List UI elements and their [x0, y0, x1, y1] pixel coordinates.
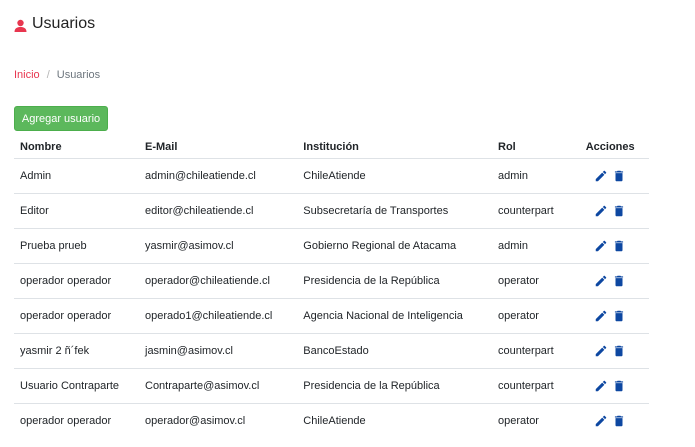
- cell-role: admin: [492, 228, 572, 264]
- cell-role: operator: [492, 298, 572, 334]
- cell-email: operado1@chileatiende.cl: [139, 298, 298, 334]
- delete-icon[interactable]: [612, 414, 626, 428]
- cell-email: jasmin@asimov.cl: [139, 333, 298, 369]
- delete-icon[interactable]: [612, 204, 626, 218]
- table-row: Admin admin@chileatiende.cl ChileAtiende ad…: [14, 158, 649, 194]
- person-icon: [14, 19, 27, 32]
- cell-actions: [571, 263, 649, 299]
- table-row: operador operador operador@chileatiende.c…: [14, 263, 649, 299]
- cell-name: Admin: [14, 158, 139, 194]
- edit-icon[interactable]: [594, 169, 608, 183]
- breadcrumb-current: Usuarios: [56, 69, 101, 81]
- cell-institution: Agencia Nacional de Inteligencia: [297, 298, 492, 334]
- column-header-email: E-Mail: [139, 136, 298, 159]
- cell-institution: BancoEstado: [297, 333, 492, 369]
- page-title: Usuarios: [32, 15, 96, 32]
- delete-icon[interactable]: [612, 169, 626, 183]
- table-row: Prueba prueb yasmir@asimov.cl Gobierno Reg…: [14, 228, 649, 264]
- page-header: Usuarios: [14, 12, 95, 36]
- column-header-institution: Institución: [297, 136, 492, 159]
- cell-institution: ChileAtiende: [297, 158, 492, 194]
- table-row: yasmir 2 ñ´fek jasmin@asimov.cl BancoEstad…: [14, 333, 649, 369]
- edit-icon[interactable]: [594, 274, 608, 288]
- cell-actions: [571, 158, 649, 194]
- edit-icon[interactable]: [594, 239, 608, 253]
- cell-role: admin: [492, 158, 572, 194]
- table-row: operador operador operador@asimov.cl Chile…: [14, 404, 649, 439]
- edit-icon[interactable]: [594, 204, 608, 218]
- cell-email: operador@asimov.cl: [145, 415, 246, 427]
- column-header-role: Rol: [492, 136, 572, 159]
- cell-role: counterpart: [492, 193, 572, 229]
- cell-role: counterpart: [492, 333, 572, 369]
- cell-institution: ChileAtiende: [303, 415, 366, 427]
- cell-name: Prueba prueb: [14, 228, 139, 264]
- cell-institution: Subsecretaría de Transportes: [297, 193, 492, 229]
- table-header-row: Nombre E-Mail Institución Rol Acciones: [14, 136, 649, 159]
- cell-actions: [571, 368, 649, 404]
- cell-name: operador operador: [14, 263, 139, 299]
- cell-institution: Gobierno Regional de Atacama: [297, 228, 492, 264]
- cell-name: Editor: [14, 193, 139, 229]
- table-row: Editor editor@chileatiende.cl Subsecretarí…: [14, 193, 649, 229]
- cell-role: operator: [498, 415, 539, 427]
- table-body: Admin admin@chileatiende.cl ChileAtiende ad…: [14, 158, 649, 439]
- cell-actions: [571, 333, 649, 369]
- cell-name: yasmir 2 ñ´fek: [14, 333, 139, 369]
- cell-name: operador operador: [20, 415, 112, 427]
- delete-icon[interactable]: [612, 274, 626, 288]
- edit-icon[interactable]: [594, 379, 608, 393]
- delete-icon[interactable]: [612, 309, 626, 323]
- cell-role: operator: [492, 263, 572, 299]
- breadcrumb: Inicio / Usuarios: [14, 69, 100, 81]
- add-user-button[interactable]: Agregar usuario: [14, 106, 108, 131]
- column-header-actions: Acciones: [571, 136, 649, 159]
- cell-actions: [571, 193, 649, 229]
- column-header-name: Nombre: [14, 136, 139, 159]
- edit-icon[interactable]: [594, 309, 608, 323]
- delete-icon[interactable]: [612, 379, 626, 393]
- cell-name: Usuario Contraparte: [14, 368, 139, 404]
- cell-name: operador operador: [14, 298, 139, 334]
- table-row: operador operador operado1@chileatiende.c…: [14, 298, 649, 334]
- cell-email: Contraparte@asimov.cl: [139, 368, 298, 404]
- table-row: Usuario Contraparte Contraparte@asimov.cl…: [14, 368, 649, 404]
- cell-actions: [571, 404, 649, 439]
- edit-icon[interactable]: [594, 414, 608, 428]
- cell-role: counterpart: [492, 368, 572, 404]
- delete-icon[interactable]: [612, 344, 626, 358]
- cell-email: operador@chileatiende.cl: [139, 263, 298, 299]
- cell-institution: Presidencia de la República: [297, 368, 492, 404]
- users-table: Nombre E-Mail Institución Rol Acciones A…: [14, 136, 649, 438]
- cell-actions: [571, 228, 649, 264]
- edit-icon[interactable]: [594, 344, 608, 358]
- cell-email: admin@chileatiende.cl: [139, 158, 298, 194]
- breadcrumb-separator: /: [46, 69, 50, 81]
- cell-email: editor@chileatiende.cl: [139, 193, 298, 229]
- cell-email: yasmir@asimov.cl: [139, 228, 298, 264]
- cell-actions: [571, 298, 649, 334]
- breadcrumb-home-link[interactable]: Inicio: [14, 69, 40, 81]
- cell-institution: Presidencia de la República: [297, 263, 492, 299]
- delete-icon[interactable]: [612, 239, 626, 253]
